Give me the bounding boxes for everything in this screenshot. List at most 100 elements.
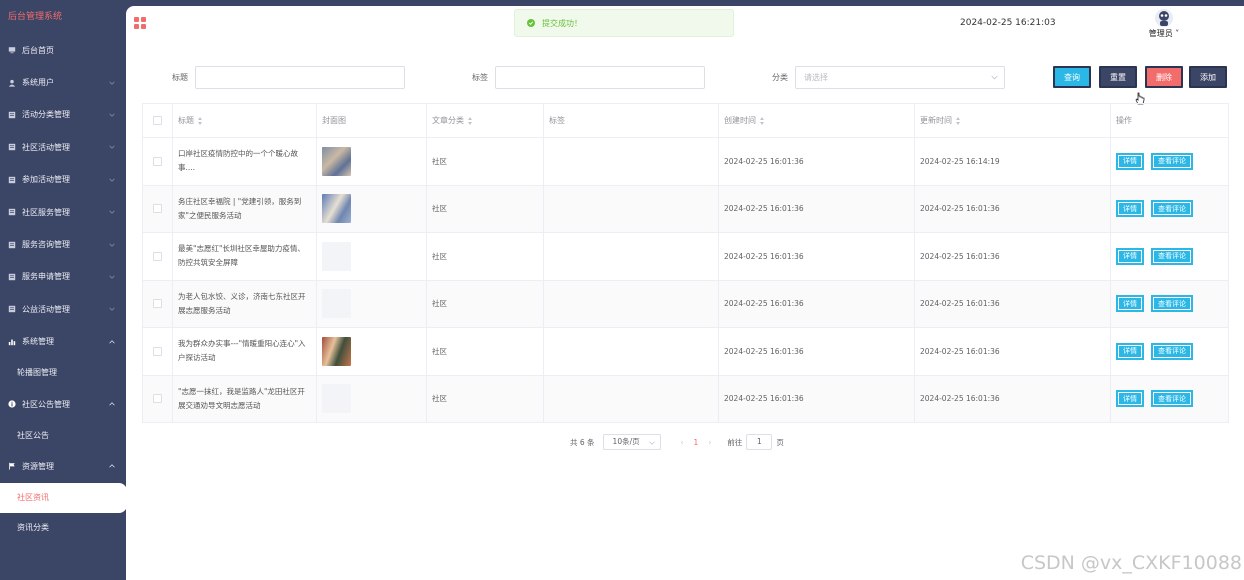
menu-toggle-icon[interactable]	[134, 17, 146, 29]
detail-button[interactable]: 详情	[1116, 390, 1144, 408]
cover-thumbnail[interactable]	[322, 336, 351, 366]
sidebar-item-label: 参加活动管理	[22, 175, 70, 185]
row-created: 2024-02-25 16:01:36	[724, 394, 804, 404]
chevron-down-icon	[109, 208, 115, 214]
sidebar-item[interactable]: 参加活动管理	[0, 164, 127, 196]
prev-page-icon[interactable]: ‹	[681, 438, 684, 447]
cover-thumbnail[interactable]	[322, 384, 351, 414]
sidebar-item[interactable]: 服务申请管理	[0, 261, 127, 293]
page-size-select[interactable]: 10条/页	[602, 434, 661, 450]
chevron-up-icon	[109, 462, 115, 468]
row-created: 2024-02-25 16:01:36	[724, 346, 804, 356]
row-category: 社区	[432, 299, 447, 309]
sidebar-item[interactable]: 服务咨询管理	[0, 228, 127, 260]
category-cell: 社区	[427, 138, 544, 185]
success-check-icon	[527, 19, 535, 27]
table-row[interactable]: 最美"志愿红"长圳社区幸屋助力疫情、防控共筑安全屏障 社区 2024-02-25 1…	[142, 233, 1229, 281]
search-bar: 标题 标签 分类 请选择 查询 重置 删除 添加	[126, 66, 1244, 90]
sort-icon[interactable]	[760, 116, 765, 125]
row-title: 我为群众办实事---"情暖重阳心连心"入户探访活动	[178, 339, 306, 363]
cover-thumbnail[interactable]	[322, 241, 351, 271]
sort-icon[interactable]	[198, 116, 203, 125]
sort-icon[interactable]	[468, 116, 473, 125]
title-filter-input[interactable]	[195, 66, 405, 89]
page-number[interactable]: 1	[694, 438, 699, 447]
row-checkbox[interactable]	[153, 299, 162, 309]
reset-button[interactable]: 重置	[1099, 66, 1137, 88]
query-button[interactable]: 查询	[1053, 66, 1091, 88]
sidebar-item[interactable]: 公益活动管理	[0, 293, 127, 325]
header-created[interactable]: 创建时间	[719, 104, 915, 137]
sidebar-item[interactable]: 社区活动管理	[0, 131, 127, 163]
table-row[interactable]: 为老人包水饺、义诊，济南七东社区开展志愿服务活动 社区 2024-02-25 16:…	[142, 280, 1229, 328]
sort-icon[interactable]	[956, 116, 961, 125]
row-title: 务庄社区幸福院 | "党建引领，服务到家"之便民服务活动	[178, 196, 302, 220]
info-icon	[8, 400, 16, 408]
header-title[interactable]: 标题	[173, 104, 317, 137]
row-checkbox[interactable]	[153, 204, 162, 214]
row-created: 2024-02-25 16:01:36	[724, 299, 804, 309]
sidebar-subitem[interactable]: 社区资讯	[0, 482, 127, 513]
row-select-cell	[142, 185, 173, 232]
table-row[interactable]: "志愿一抹红，我是监路人"龙田社区开展交通劝导文明志愿活动 社区 2024-02-2…	[142, 375, 1229, 423]
user-menu[interactable]: 管理员 ˅	[1144, 9, 1184, 39]
header-cover: 封面图	[317, 104, 427, 137]
main-panel: 提交成功！ 2024-02-25 16:21:03 管理员 ˅ 标题 标签 分类…	[126, 6, 1244, 580]
news-table: 标题 封面图 文章分类 标签 创建时间 更新时间 操作 口岸社区疫情防控中的一个…	[142, 103, 1229, 423]
header-updated[interactable]: 更新时间	[915, 104, 1111, 137]
monitor-icon	[8, 46, 16, 54]
actions-cell: 详情 查看评论	[1111, 138, 1229, 185]
detail-button[interactable]: 详情	[1116, 152, 1144, 170]
cover-cell	[317, 328, 427, 375]
title-cell: 最美"志愿红"长圳社区幸屋助力疫情、防控共筑安全屏障	[173, 233, 317, 280]
delete-button[interactable]: 删除	[1145, 66, 1183, 88]
goto-suffix: 页	[776, 437, 784, 447]
table-row[interactable]: 我为群众办实事---"情暖重阳心连心"入户探访活动 社区 2024-02-25 16…	[142, 328, 1229, 376]
row-checkbox[interactable]	[153, 394, 162, 404]
row-checkbox[interactable]	[153, 346, 162, 356]
chevron-down-icon	[109, 273, 115, 279]
detail-button[interactable]: 详情	[1116, 295, 1144, 313]
sidebar-subitem[interactable]: 轮播图管理	[0, 358, 127, 388]
header-category[interactable]: 文章分类	[427, 104, 544, 137]
cover-thumbnail[interactable]	[322, 289, 351, 319]
next-page-icon[interactable]: ›	[708, 438, 711, 447]
category-cell: 社区	[427, 280, 544, 327]
category-select[interactable]: 请选择	[795, 66, 1005, 89]
add-button[interactable]: 添加	[1189, 66, 1227, 88]
tag-filter-input[interactable]	[495, 66, 705, 89]
view-comments-button[interactable]: 查看评论	[1151, 200, 1193, 218]
sidebar-item[interactable]: 社区服务管理	[0, 196, 127, 228]
view-comments-button[interactable]: 查看评论	[1151, 390, 1193, 408]
goto-label: 前往	[727, 437, 743, 447]
table-row[interactable]: 口岸社区疫情防控中的一个个暖心故事.... 社区 2024-02-25 16:01:…	[142, 138, 1229, 186]
view-comments-button[interactable]: 查看评论	[1151, 295, 1193, 313]
row-checkbox[interactable]	[153, 156, 162, 166]
select-all-checkbox[interactable]	[153, 116, 162, 125]
detail-button[interactable]: 详情	[1116, 247, 1144, 265]
view-comments-button[interactable]: 查看评论	[1151, 152, 1193, 170]
view-comments-button[interactable]: 查看评论	[1151, 342, 1193, 360]
cover-thumbnail[interactable]	[322, 146, 351, 176]
sidebar-subitem[interactable]: 社区公告	[0, 420, 127, 450]
detail-button[interactable]: 详情	[1116, 342, 1144, 360]
sidebar-item[interactable]: 系统管理	[0, 326, 127, 358]
sidebar-subitem[interactable]: 资讯分类	[0, 513, 127, 543]
list-icon	[8, 273, 16, 281]
detail-button[interactable]: 详情	[1116, 200, 1144, 218]
row-checkbox[interactable]	[153, 251, 162, 261]
cover-thumbnail[interactable]	[322, 194, 351, 224]
table-row[interactable]: 务庄社区幸福院 | "党建引领，服务到家"之便民服务活动 社区 2024-02-25…	[142, 185, 1229, 233]
view-comments-button[interactable]: 查看评论	[1151, 247, 1193, 265]
goto-page-input[interactable]: 1	[746, 434, 773, 450]
row-title: "志愿一抹红，我是监路人"龙田社区开展交通劝导文明志愿活动	[178, 386, 305, 410]
tag-cell	[544, 375, 719, 422]
sidebar-item[interactable]: 活动分类管理	[0, 99, 127, 131]
sidebar-item-label: 社区公告管理	[22, 399, 70, 409]
sidebar-item[interactable]: 系统用户	[0, 66, 127, 98]
updated-cell: 2024-02-25 16:01:36	[915, 185, 1111, 232]
header-actions: 操作	[1111, 104, 1229, 137]
sidebar-item[interactable]: 社区公告管理	[0, 388, 127, 420]
sidebar-item[interactable]: 后台首页	[0, 34, 127, 66]
sidebar-item[interactable]: 资源管理	[0, 450, 127, 482]
